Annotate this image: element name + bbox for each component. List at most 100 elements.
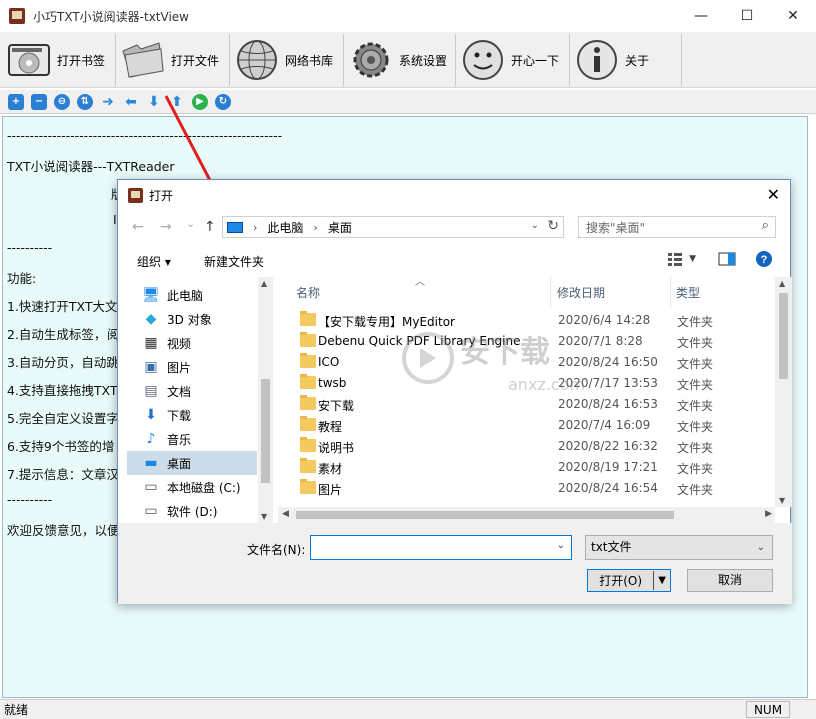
file-row[interactable]: 说明书 2020/8/22 16:32 文件夹 [278, 436, 778, 457]
folder-icon [300, 416, 316, 431]
breadcrumb-separator: › [313, 220, 318, 234]
nav-item-8[interactable]: ▬ 桌面 [127, 451, 257, 475]
open-button[interactable]: 打开(O) ▼ [587, 569, 671, 592]
forward-button[interactable]: → [160, 219, 172, 235]
arrow-down-icon[interactable]: ⬇ [146, 94, 162, 110]
maximize-button[interactable]: ☐ [724, 0, 770, 32]
file-scroll-thumb[interactable] [779, 293, 788, 379]
nav-scrollbar[interactable]: ▲ ▼ [258, 277, 273, 523]
nav-scroll-thumb[interactable] [261, 379, 270, 483]
scroll-left-icon[interactable]: ◀ [282, 509, 289, 519]
breadcrumb-this-pc[interactable]: 此电脑 [267, 219, 303, 236]
refresh-icon[interactable]: ↻ [215, 93, 231, 110]
gear-icon [346, 37, 396, 83]
column-header-type[interactable]: 类型 [676, 277, 700, 307]
new-folder-button[interactable]: 新建文件夹 [204, 253, 264, 270]
file-date: 2020/7/4 16:09 [558, 418, 651, 432]
open-file-button[interactable]: 打开文件 [118, 34, 230, 86]
arrow-left-icon[interactable]: ⬅ [123, 94, 139, 110]
file-row[interactable]: 安下载 2020/8/24 16:53 文件夹 [278, 394, 778, 415]
file-type: 文件夹 [677, 336, 714, 350]
file-row[interactable]: Debenu Quick PDF Library Engine 2020/7/1 … [278, 331, 778, 352]
scroll-up-icon[interactable]: ▲ [779, 279, 785, 288]
file-name: 教程 [318, 420, 343, 434]
status-bar: 就绪 NUM [0, 699, 816, 719]
online-library-button[interactable]: 网络书库 [232, 34, 344, 86]
filename-dropdown-icon[interactable]: ⌄ [557, 540, 565, 551]
nav-item-6[interactable]: ⬇ 下载 [127, 403, 257, 427]
up-button[interactable]: ↑ [204, 219, 216, 235]
folder-icon [300, 437, 316, 452]
nav-item-9[interactable]: ▭ 本地磁盘 (C:) [127, 475, 257, 499]
file-row[interactable]: ICO 2020/8/24 16:50 文件夹 [278, 352, 778, 373]
nav-item-3[interactable]: ▦ 视频 [127, 331, 257, 355]
arrow-up-icon[interactable]: ⬆ [169, 94, 185, 110]
settings-button[interactable]: 系统设置 [346, 34, 456, 86]
file-list-pane: ︿ 名称 修改日期 类型 【安下载专用】MyEditor 2020/6/4 14:… [278, 277, 792, 523]
fun-button[interactable]: 开心一下 [458, 34, 570, 86]
file-type: 文件夹 [677, 462, 714, 476]
fun-label: 开心一下 [511, 53, 560, 68]
column-header-name[interactable]: 名称 [296, 277, 320, 307]
file-hscroll-thumb[interactable] [296, 511, 674, 519]
nav-item-label: 此电脑 [167, 288, 204, 303]
address-dropdown-icon[interactable]: ⌄ [531, 220, 539, 231]
download-icon: ⬇ [145, 407, 157, 423]
remove-icon[interactable]: − [31, 93, 47, 110]
open-bookmark-button[interactable]: 打开书签 [4, 34, 116, 86]
breadcrumb-desktop[interactable]: 桌面 [328, 219, 352, 236]
play-icon[interactable]: ▶ [192, 93, 208, 110]
open-options-dropdown-icon[interactable]: ▼ [654, 575, 670, 586]
view-options-icon[interactable] [667, 252, 683, 266]
folder-icon [300, 395, 316, 410]
file-row[interactable]: twsb 2020/7/17 13:53 文件夹 [278, 373, 778, 394]
close-button[interactable]: ✕ [770, 0, 816, 32]
file-row[interactable]: 图片 2020/8/24 16:54 文件夹 [278, 478, 778, 499]
nav-item-10[interactable]: ▭ 软件 (D:) [127, 499, 257, 523]
nav-item-1[interactable]: 🖥 此电脑 [127, 283, 257, 307]
scroll-down-icon[interactable]: ▼ [261, 512, 267, 521]
folder-icon [300, 479, 316, 494]
file-name: 图片 [318, 483, 343, 497]
arrow-right-icon[interactable]: ➜ [100, 94, 116, 110]
feature-line: 1.快速打开TXT大文 [7, 299, 118, 314]
recent-dropdown[interactable]: ⌄ [186, 217, 195, 230]
file-row[interactable]: 教程 2020/7/4 16:09 文件夹 [278, 415, 778, 436]
organize-menu[interactable]: 组织 ▾ [137, 253, 171, 270]
back-button[interactable]: ← [132, 219, 144, 235]
dialog-close-button[interactable]: ✕ [767, 185, 780, 204]
feature-line: 7.提示信息：文章汉 [7, 467, 119, 482]
filename-input[interactable]: ⌄ [310, 535, 572, 560]
folder-icon [300, 311, 316, 326]
dialog-titlebar: 打开 ✕ [118, 180, 790, 211]
up-circle-icon[interactable]: ⊖ [54, 93, 70, 110]
scroll-up-icon[interactable]: ▲ [261, 279, 267, 288]
add-icon[interactable]: + [8, 93, 24, 110]
view-dropdown-icon[interactable]: ▼ [689, 254, 696, 264]
scroll-down-icon[interactable]: ▼ [779, 496, 785, 505]
cancel-button[interactable]: 取消 [687, 569, 773, 592]
nav-item-5[interactable]: ▤ 文档 [127, 379, 257, 403]
file-row[interactable]: 素材 2020/8/19 17:21 文件夹 [278, 457, 778, 478]
file-list-hscrollbar[interactable]: ◀ ▶ [278, 507, 775, 523]
file-name: twsb [318, 376, 347, 390]
open-file-dialog: 打开 ✕ ← → ⌄ ↑ › 此电脑 › 桌面 ⌄ ↻ 搜索"桌面" ⌕ 组织 … [117, 179, 792, 604]
preview-pane-icon[interactable] [718, 252, 736, 266]
dialog-footer: 文件名(N): ⌄ txt文件 ⌄ 打开(O) ▼ 取消 [118, 523, 792, 604]
nav-item-7[interactable]: ♪ 音乐 [127, 427, 257, 451]
nav-item-4[interactable]: ▣ 图片 [127, 355, 257, 379]
help-icon[interactable]: ? [756, 251, 772, 267]
file-row[interactable]: 【安下载专用】MyEditor 2020/6/4 14:28 文件夹 [278, 310, 778, 331]
nav-item-2[interactable]: ◆ 3D 对象 [127, 307, 257, 331]
about-button[interactable]: 关于 [572, 34, 682, 86]
column-header-date[interactable]: 修改日期 [557, 277, 605, 307]
file-list-vscrollbar[interactable]: ▲ ▼ [775, 277, 792, 507]
filetype-select[interactable]: txt文件 ⌄ [585, 535, 773, 560]
search-input[interactable]: 搜索"桌面" ⌕ [578, 216, 776, 238]
address-bar[interactable]: › 此电脑 › 桌面 ⌄ ↻ [222, 216, 564, 238]
swap-icon[interactable]: ⇅ [77, 93, 93, 110]
scroll-right-icon[interactable]: ▶ [765, 509, 772, 519]
dialog-app-icon [128, 188, 143, 203]
refresh-icon[interactable]: ↻ [547, 218, 559, 234]
minimize-button[interactable]: — [678, 0, 724, 32]
